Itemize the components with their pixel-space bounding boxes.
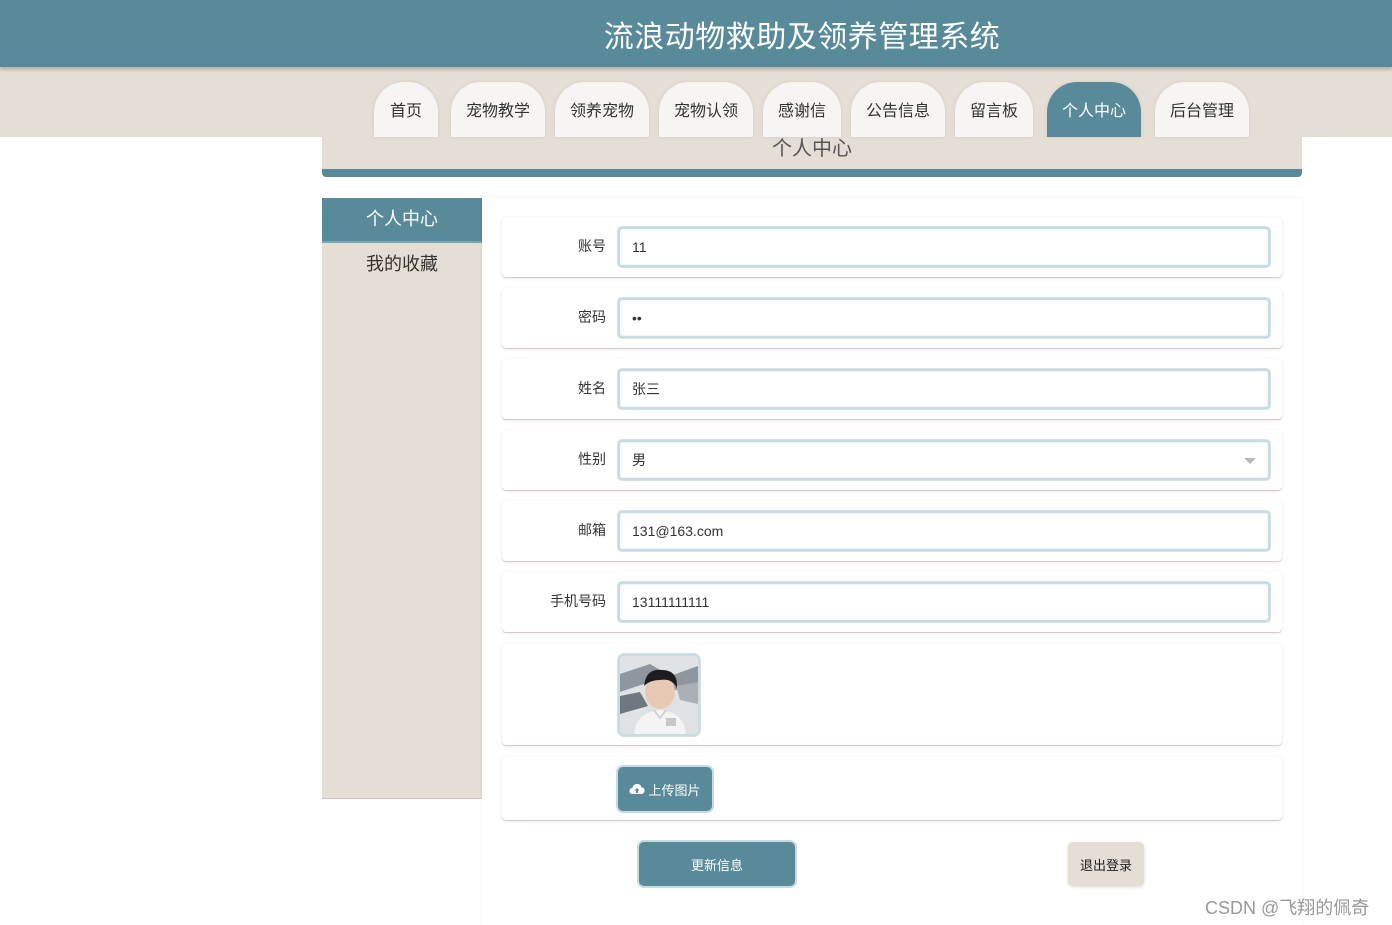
nav-label: 宠物教学 — [465, 100, 530, 120]
nav-label: 领养宠物 — [569, 100, 634, 120]
nav-item-personal-center[interactable]: 个人中心 — [1047, 82, 1141, 137]
profile-form-panel: 账号 11 密码 •• 姓名 张三 性别 男 邮箱 131@163.com 手机… — [482, 198, 1302, 925]
nav-label: 个人中心 — [1061, 100, 1126, 120]
nav-label: 首页 — [389, 100, 422, 120]
gender-select[interactable]: 男 — [618, 440, 1270, 480]
nav-label: 公告信息 — [865, 100, 930, 120]
password-label: 密码 — [578, 310, 606, 326]
name-input[interactable]: 张三 — [618, 369, 1270, 409]
nav-item-message-board[interactable]: 留言板 — [955, 82, 1033, 137]
gender-select-value: 男 — [632, 452, 646, 468]
form-row-name: 姓名 张三 — [502, 359, 1282, 419]
form-row-avatar — [502, 644, 1282, 745]
nav-item-home[interactable]: 首页 — [374, 82, 438, 137]
logout-button[interactable]: 退出登录 — [1068, 842, 1144, 886]
sidebar-item-personal-center[interactable]: 个人中心 — [322, 198, 482, 243]
avatar-photo — [620, 656, 698, 734]
nav-label: 后台管理 — [1169, 100, 1234, 120]
nav-label: 感谢信 — [777, 100, 826, 120]
sidebar-item-favorites[interactable]: 我的收藏 — [322, 243, 482, 286]
watermark: CSDN @飞翔的佩奇 — [1205, 898, 1370, 918]
password-input[interactable]: •• — [618, 298, 1270, 338]
top-header-bar: 流浪动物救助及领养管理系统 — [0, 0, 1392, 67]
nav-item-thanks-letter[interactable]: 感谢信 — [763, 82, 841, 137]
name-label: 姓名 — [578, 381, 606, 397]
app-title: 流浪动物救助及领养管理系统 — [603, 20, 1001, 55]
email-label: 邮箱 — [578, 523, 606, 539]
nav-label: 宠物认领 — [673, 100, 738, 120]
nav-item-admin[interactable]: 后台管理 — [1155, 82, 1249, 137]
upload-image-label: 上传图片 — [648, 783, 701, 799]
avatar[interactable] — [618, 654, 700, 736]
form-row-phone: 手机号码 13111111111 — [502, 572, 1282, 632]
upload-image-button[interactable]: 上传图片 — [618, 767, 712, 811]
nav-label: 留言板 — [969, 100, 1018, 120]
page-header: 个人中心 — [322, 136, 1302, 170]
nav-item-pet-teaching[interactable]: 宠物教学 — [451, 82, 545, 137]
chevron-down-icon — [1244, 458, 1256, 464]
nav-item-pet-claim[interactable]: 宠物认领 — [659, 82, 753, 137]
account-input[interactable]: 11 — [618, 227, 1270, 267]
nav-item-adopt-pet[interactable]: 领养宠物 — [555, 82, 649, 137]
phone-label: 手机号码 — [550, 594, 606, 610]
form-row-email: 邮箱 131@163.com — [502, 501, 1282, 561]
update-info-button[interactable]: 更新信息 — [639, 842, 795, 886]
form-row-gender: 性别 男 — [502, 430, 1282, 490]
sidebar: 个人中心 我的收藏 — [322, 198, 482, 799]
nav-item-announcements[interactable]: 公告信息 — [851, 82, 945, 137]
form-row-password: 密码 •• — [502, 288, 1282, 348]
cloud-upload-icon — [629, 784, 646, 794]
email-input[interactable]: 131@163.com — [618, 511, 1270, 551]
account-label: 账号 — [578, 239, 606, 255]
gender-label: 性别 — [578, 452, 606, 468]
form-row-upload: 上传图片 — [502, 757, 1282, 820]
form-row-account: 账号 11 — [502, 217, 1282, 277]
phone-input[interactable]: 13111111111 — [618, 582, 1270, 622]
header-divider — [322, 169, 1302, 177]
